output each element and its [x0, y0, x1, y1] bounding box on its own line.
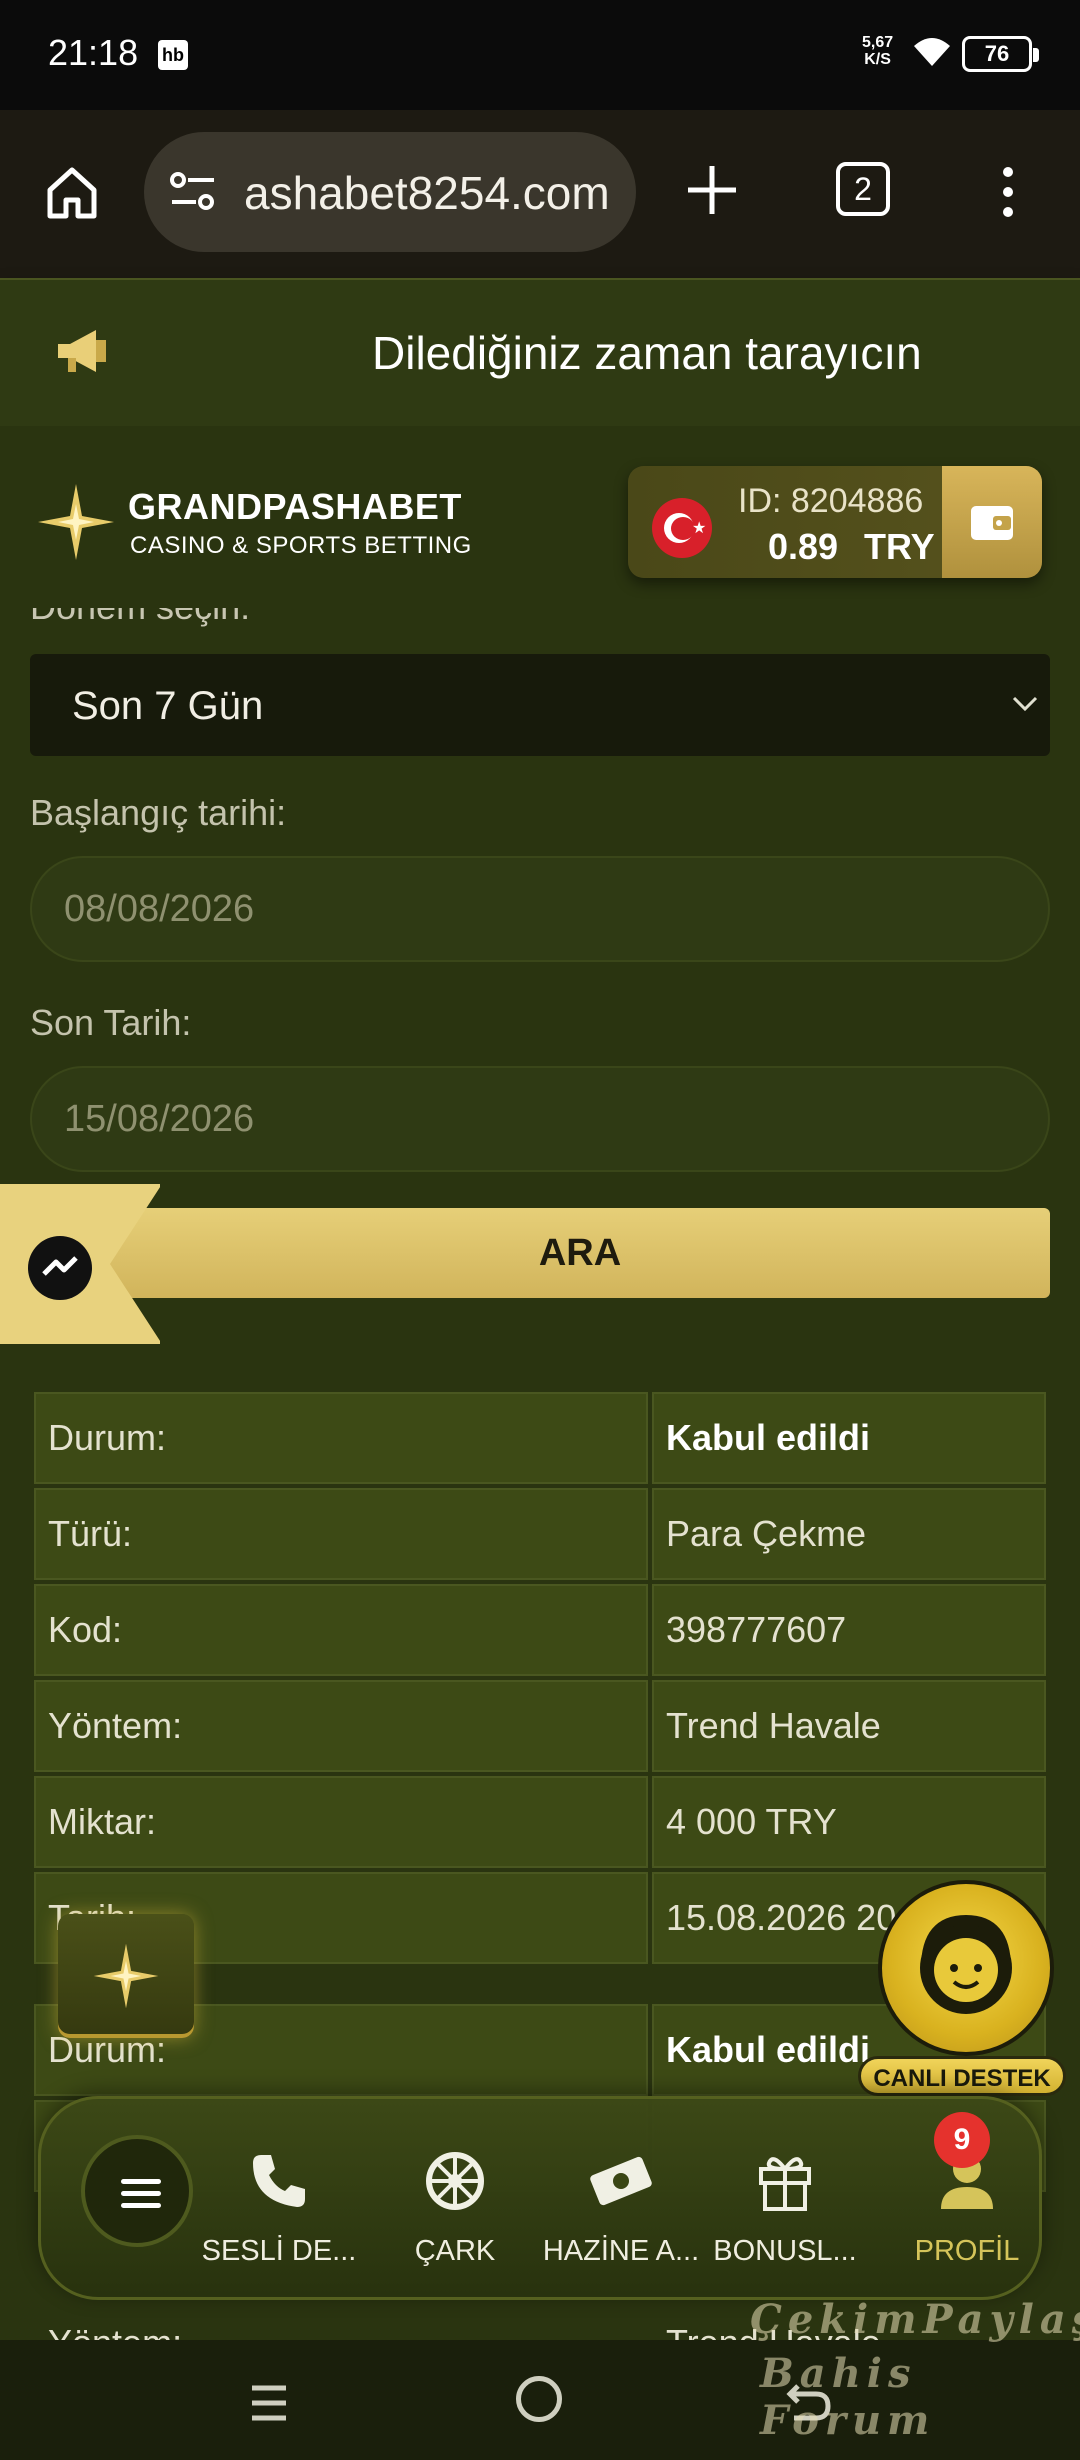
site-header: GRANDPASHABET CASINO & SPORTS BETTING ★ …	[0, 426, 1080, 608]
bottom-navigation: SESLİ DE... ÇARK HAZİNE A... BONUSL... P…	[38, 2096, 1042, 2300]
brand-name[interactable]: GRANDPASHABET	[128, 486, 462, 528]
period-label: Dönem seçin:	[30, 608, 250, 628]
period-select-value: Son 7 Gün	[72, 684, 264, 728]
end-date-label: Son Tarih:	[30, 1002, 192, 1043]
brand-subtitle: CASINO & SPORTS BETTING	[130, 532, 472, 559]
wallet-button[interactable]	[942, 466, 1042, 578]
notification-icon: hb	[158, 40, 188, 70]
code-value: 398777607	[652, 1584, 1046, 1676]
live-support-button[interactable]: CANLI DESTEK	[858, 1880, 1066, 2096]
turkey-flag-icon: ★	[652, 498, 712, 558]
url-text[interactable]: ashabet8254.com	[244, 166, 624, 220]
messenger-tab[interactable]	[0, 1184, 162, 1344]
floating-logo-button[interactable]	[58, 1914, 194, 2038]
logo-star-icon[interactable]	[36, 482, 116, 562]
wifi-icon	[914, 38, 950, 66]
end-date-input[interactable]: 15/08/2026	[30, 1066, 1050, 1172]
search-button[interactable]: ARA	[110, 1208, 1050, 1298]
row-key: Miktar:	[34, 1776, 648, 1868]
watermark: ÇekimPaylaş Bahis Forum	[750, 2296, 1080, 2444]
live-support-label: CANLI DESTEK	[858, 2056, 1066, 2096]
row-key: Durum:	[34, 1392, 648, 1484]
table-row: Yöntem: Trend Havale	[34, 1680, 1046, 1776]
gift-icon	[759, 2157, 811, 2211]
home-icon[interactable]	[42, 162, 102, 222]
type-value: Para Çekme	[652, 1488, 1046, 1580]
amount-value: 4 000 TRY	[652, 1776, 1046, 1868]
nav-item-wheel[interactable]: ÇARK	[375, 2149, 535, 2268]
address-bar[interactable]: ashabet8254.com	[144, 132, 636, 252]
clock: 21:18	[48, 32, 139, 73]
balance-amount: 0.89	[768, 526, 839, 567]
nav-item-bonuses[interactable]: BONUSL...	[705, 2149, 865, 2268]
wallet-icon	[971, 506, 1013, 540]
logo-star-icon	[93, 1943, 159, 2009]
nav-item-treasure[interactable]: HAZİNE A...	[541, 2149, 701, 2268]
table-row: Kod: 398777607	[34, 1584, 1046, 1680]
messenger-icon	[28, 1236, 92, 1300]
account-balance-box[interactable]: ★ ID: 8204886 0.89 TRY	[628, 466, 1042, 578]
nav-item-voice-support[interactable]: SESLİ DE...	[199, 2149, 359, 2268]
menu-button[interactable]	[81, 2135, 193, 2247]
home-circle-icon[interactable]	[516, 2376, 562, 2422]
nav-label: HAZİNE A...	[542, 2235, 700, 2267]
balance-currency: TRY	[864, 526, 935, 567]
announcement-text: Dilediğiniz zaman tarayıcın	[372, 327, 922, 379]
nav-label: BONUSL...	[713, 2235, 857, 2267]
more-options-icon[interactable]	[1000, 166, 1016, 218]
row-key: Kod:	[34, 1584, 648, 1676]
nav-label: PROFİL	[914, 2235, 1020, 2267]
network-speed: 5,67 K/S	[862, 34, 894, 68]
row-key: Yöntem:	[34, 1680, 648, 1772]
row-key: Türü:	[34, 1488, 648, 1580]
wheel-icon	[426, 2152, 484, 2210]
browser-toolbar: ashabet8254.com 2	[0, 110, 1080, 278]
site-settings-icon[interactable]	[168, 170, 218, 214]
new-tab-icon[interactable]	[680, 158, 744, 222]
money-icon	[590, 2156, 652, 2206]
account-id: ID: 8204886	[738, 482, 924, 520]
table-row: Miktar: 4 000 TRY	[34, 1776, 1046, 1872]
chevron-down-icon	[1012, 696, 1038, 712]
support-agent-icon	[878, 1880, 1054, 2056]
recents-icon[interactable]	[246, 2380, 292, 2426]
period-select[interactable]: Son 7 Gün	[30, 654, 1050, 756]
table-row: Durum: Kabul edildi	[34, 1392, 1046, 1488]
method-value: Trend Havale	[652, 1680, 1046, 1772]
announcement-bar: Dilediğiniz zaman tarayıcın	[0, 278, 1080, 426]
battery-indicator: 76	[962, 36, 1039, 72]
nav-label: ÇARK	[414, 2235, 496, 2267]
megaphone-icon	[58, 330, 106, 372]
status-bar: 21:18 hb 5,67 K/S 76	[0, 0, 1080, 110]
table-row: Türü: Para Çekme	[34, 1488, 1046, 1584]
profile-notification-badge: 9	[934, 2112, 990, 2168]
start-date-label: Başlangıç tarihi:	[30, 792, 287, 833]
phone-icon	[253, 2155, 305, 2207]
tab-switcher-button[interactable]: 2	[836, 162, 890, 216]
nav-label: SESLİ DE...	[201, 2235, 357, 2267]
status-value: Kabul edildi	[652, 1392, 1046, 1484]
start-date-input[interactable]: 08/08/2026	[30, 856, 1050, 962]
